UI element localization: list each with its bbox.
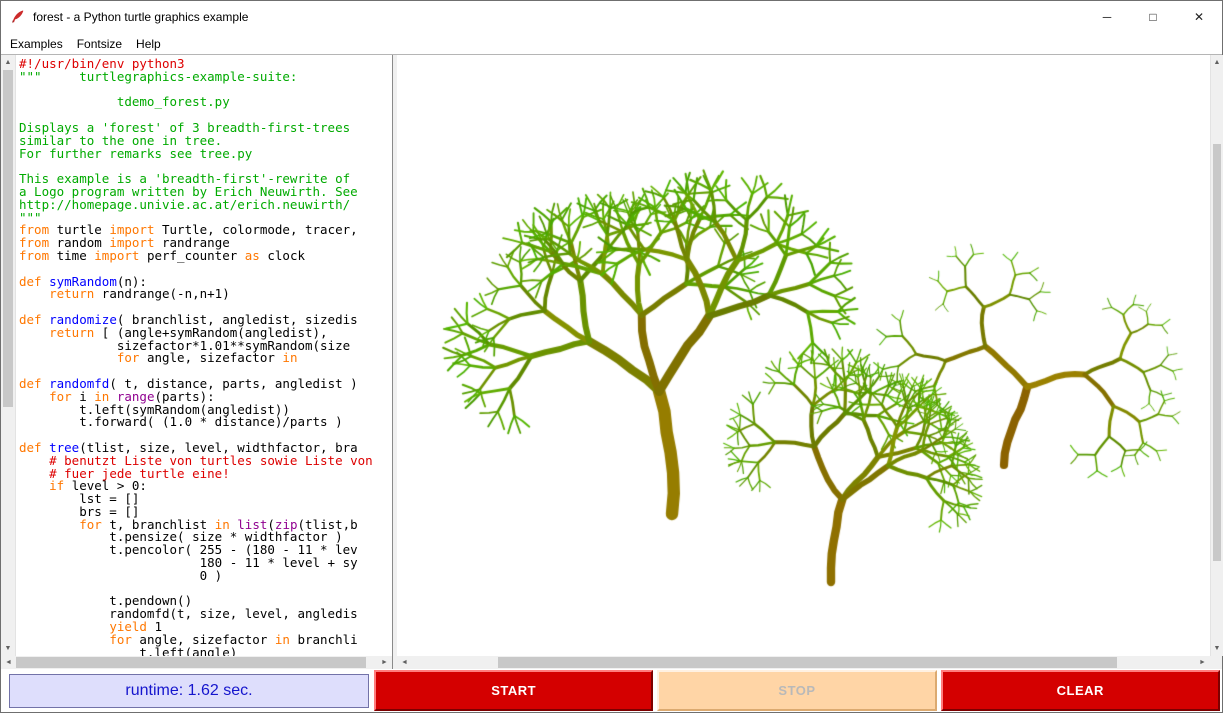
close-icon: ✕ [1194,10,1204,24]
code-hscroll-thumb[interactable] [16,657,366,668]
app-window: forest - a Python turtle graphics exampl… [0,0,1223,713]
statusbar: runtime: 1.62 sec. START STOP CLEAR [1,669,1222,712]
menu-examples[interactable]: Examples [3,35,70,53]
code-horizontal-scrollbar[interactable]: ◄ ► [1,656,393,669]
menubar: ExamplesFontsizeHelp [1,33,1222,54]
scroll-left-icon[interactable]: ◄ [397,656,412,669]
horizontal-scroll-row: ◄ ► ◄ ► [1,656,1222,669]
start-button[interactable]: START [374,670,653,711]
canvas-vscroll-thumb[interactable] [1213,144,1221,561]
canvas-vertical-scrollbar[interactable]: ▲ ▼ [1210,55,1223,656]
code-line: For further remarks see tree.py [19,148,392,161]
window-controls: ─ □ ✕ [1084,1,1222,33]
window-title: forest - a Python turtle graphics exampl… [33,10,248,24]
canvas-hscroll-trough[interactable] [412,656,1195,669]
canvas-vscroll-trough[interactable] [1211,70,1223,641]
menu-help[interactable]: Help [129,35,168,53]
maximize-button[interactable]: □ [1130,1,1176,33]
clear-button[interactable]: CLEAR [941,670,1220,711]
code-line: tdemo_forest.py [19,96,392,109]
code-line: """ turtlegraphics-example-suite: [19,71,392,84]
scroll-up-icon[interactable]: ▲ [1211,55,1223,70]
code-text[interactable]: #!/usr/bin/env python3""" turtlegraphics… [16,55,392,656]
code-line: http://homepage.univie.ac.at/erich.neuwi… [19,199,392,212]
code-pane: ▲ ▼ #!/usr/bin/env python3""" turtlegrap… [1,55,393,656]
minimize-icon: ─ [1103,10,1112,24]
scroll-right-icon[interactable]: ► [1195,656,1210,669]
code-vscroll-trough[interactable] [1,70,15,641]
code-vscroll-thumb[interactable] [3,70,13,407]
scroll-down-icon[interactable]: ▼ [1211,641,1223,656]
runtime-label: runtime: 1.62 sec. [9,674,369,708]
code-line: for angle, sizefactor in [19,352,392,365]
code-line: return randrange(-n,n+1) [19,288,392,301]
scroll-left-icon[interactable]: ◄ [1,656,16,669]
maximize-icon: □ [1149,10,1156,24]
stop-button[interactable]: STOP [657,670,936,711]
scroll-right-icon[interactable]: ► [377,656,392,669]
canvas-hscroll-thumb[interactable] [498,657,1117,668]
code-line: t.forward( (1.0 * distance)/parts ) [19,416,392,429]
turtle-canvas[interactable] [397,55,1210,657]
scroll-up-icon[interactable]: ▲ [1,55,15,70]
scroll-down-icon[interactable]: ▼ [1,641,15,656]
scrollbar-corner [1210,656,1222,669]
code-vertical-scrollbar[interactable]: ▲ ▼ [1,55,16,656]
app-icon [10,9,26,25]
code-line: 0 ) [19,570,392,583]
minimize-button[interactable]: ─ [1084,1,1130,33]
close-button[interactable]: ✕ [1176,1,1222,33]
code-line: from time import perf_counter as clock [19,250,392,263]
canvas-horizontal-scrollbar[interactable]: ◄ ► [397,656,1210,669]
code-hscroll-trough[interactable] [16,656,377,669]
code-line: t.left(angle) [19,647,392,656]
menu-fontsize[interactable]: Fontsize [70,35,129,53]
canvas-pane: ▲ ▼ [397,55,1223,656]
titlebar: forest - a Python turtle graphics exampl… [1,1,1222,33]
main-area: ▲ ▼ #!/usr/bin/env python3""" turtlegrap… [1,54,1222,656]
